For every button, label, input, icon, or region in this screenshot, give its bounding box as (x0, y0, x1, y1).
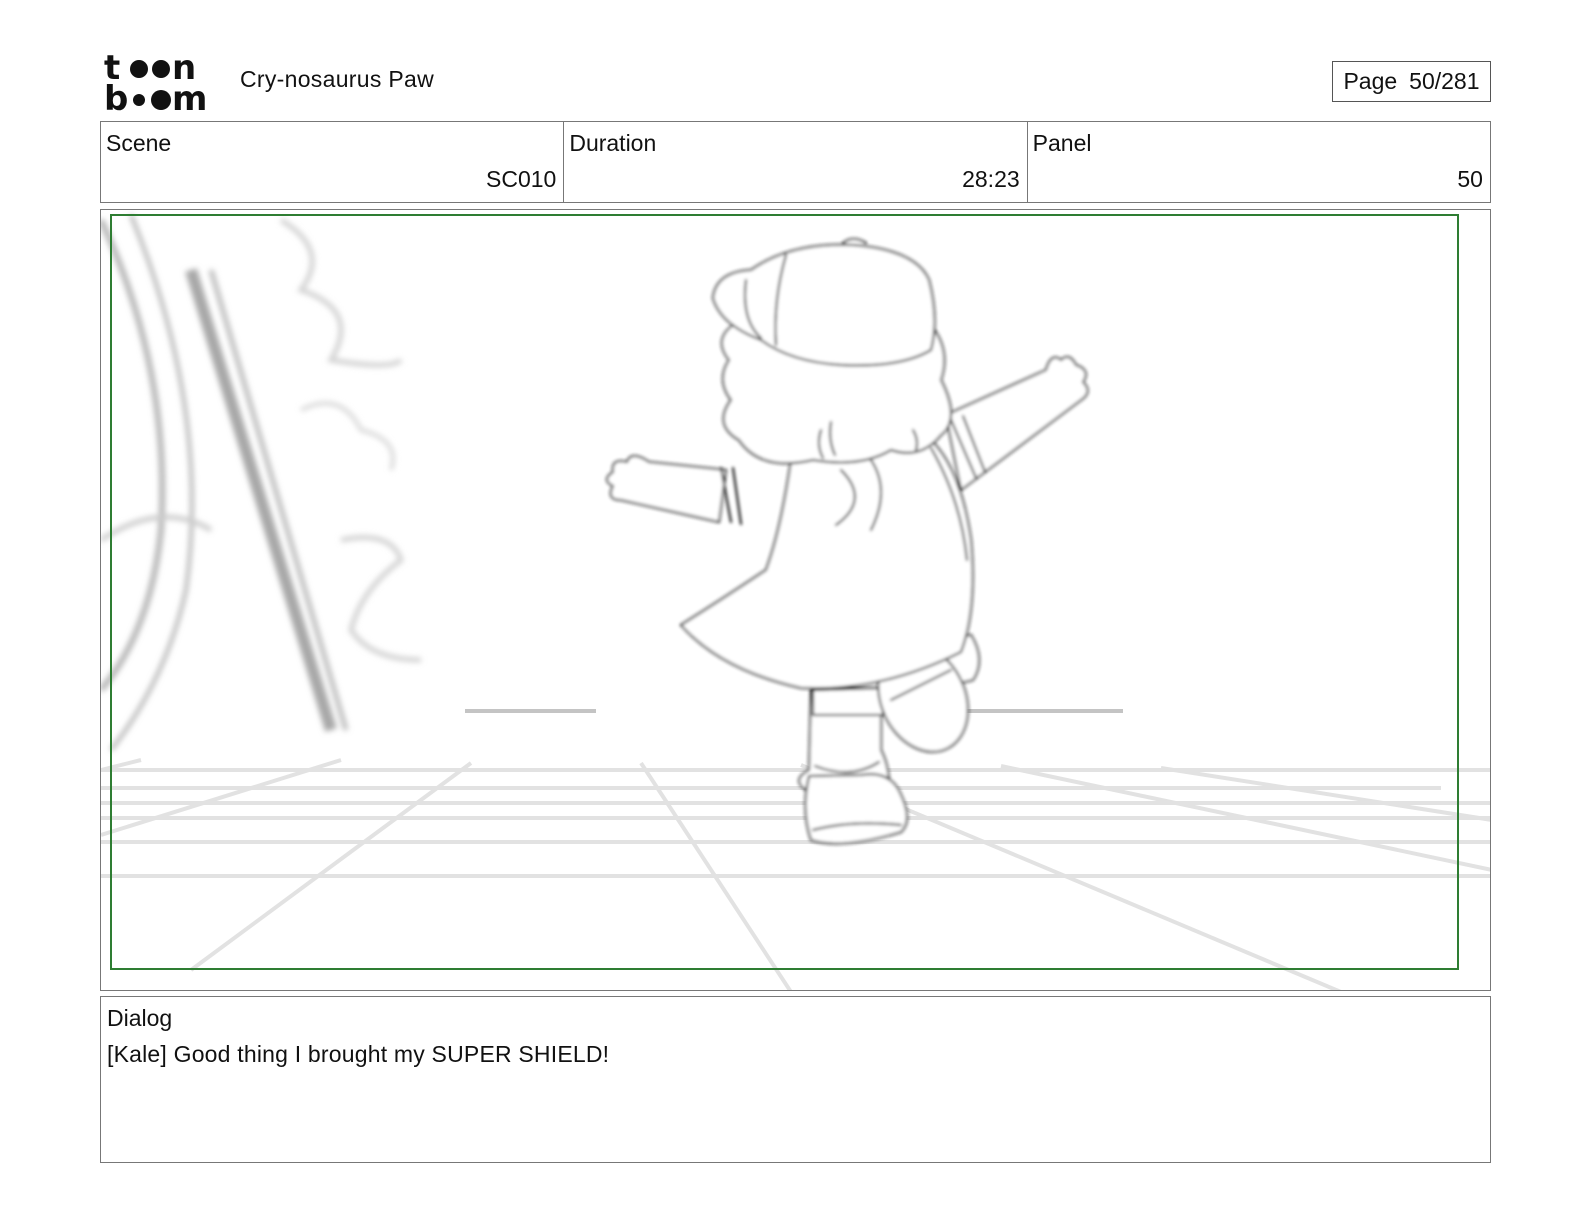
character-kale-sketch (606, 238, 1089, 845)
toon-boom-logo-icon: t n b m (104, 48, 207, 119)
duration-label: Duration (569, 130, 657, 156)
page-label: Page (1343, 68, 1398, 94)
panel-value: 50 (1457, 166, 1483, 192)
dialog-label: Dialog (107, 1005, 173, 1031)
panel-label: Panel (1032, 130, 1092, 156)
duration-cell: Duration 28:23 (564, 122, 1028, 202)
dialog-text: [Kale] Good thing I brought my SUPER SHI… (107, 1041, 610, 1067)
panel-info-row: Scene SC010 Duration 28:23 Panel 50 (100, 121, 1491, 203)
ground-grid-sketch (101, 758, 1490, 990)
svg-text:m: m (172, 79, 207, 112)
storyboard-panel (100, 209, 1491, 991)
project-title: Cry-nosaurus Paw (240, 66, 434, 92)
scene-label: Scene (106, 130, 172, 156)
duration-value: 28:23 (962, 166, 1020, 192)
scene-cell: Scene SC010 (101, 122, 565, 202)
page-indicator: Page 50/281 (1332, 61, 1491, 102)
background-tree-sketch (101, 214, 422, 752)
page-value: 50/281 (1409, 68, 1480, 94)
panel-cell: Panel 50 (1028, 122, 1490, 202)
toon-boom-logo: t n b m (104, 48, 216, 119)
svg-text:b: b (104, 79, 128, 112)
scene-value: SC010 (486, 166, 557, 192)
panel-drawing (101, 214, 1490, 990)
dialog-box: Dialog [Kale] Good thing I brought my SU… (100, 996, 1491, 1163)
